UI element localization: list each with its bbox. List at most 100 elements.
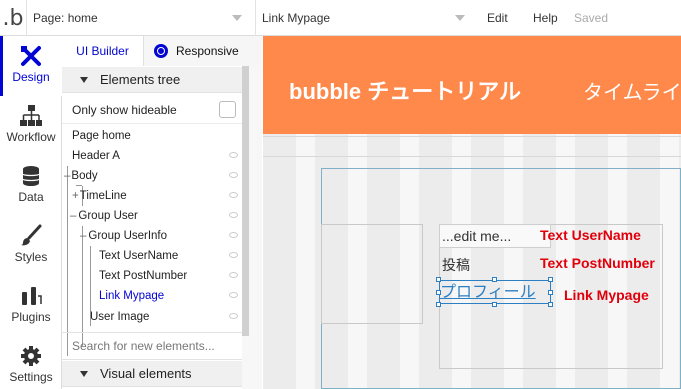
eye-icon[interactable] [229,172,238,178]
triangle-down-icon [80,76,88,83]
only-hideable-label: Only show hideable [72,102,177,117]
page-header[interactable]: bubble チュートリアル タイムライ [263,36,681,134]
annotation-text-postnumber: Text PostNumber [540,255,655,271]
tree-item-text-username[interactable]: Text UserName [62,246,242,266]
panel-tabs: UI Builder Responsive [62,36,262,66]
expand-icon[interactable]: + [72,190,79,202]
left-rail: Design Workflow Data Styles Plugins Sett… [0,36,62,389]
data-icon [22,166,40,186]
eye-icon[interactable] [229,192,238,198]
resize-handle[interactable] [436,302,441,307]
eye-icon[interactable] [229,152,238,158]
resize-handle[interactable] [436,277,441,282]
visual-elements-header[interactable]: Visual elements [62,361,242,387]
rail-data-label: Data [18,190,44,204]
annotation-link-mypage: Link Mypage [564,287,649,303]
tree-item-label: Group UserInfo [88,230,168,242]
resize-handle[interactable] [548,290,553,295]
text-postnumber[interactable]: 投稿 [442,255,470,275]
rail-styles[interactable]: Styles [0,216,62,276]
responsive-icon [154,44,168,58]
edit-menu[interactable]: Edit [487,0,508,36]
tree-item-label: Text PostNumber [99,270,188,282]
tree-item-text-postnumber[interactable]: Text PostNumber [62,266,242,286]
collapse-icon[interactable]: – [70,210,76,222]
gear-icon [21,346,41,366]
search-placeholder: Search for new elements... [72,339,215,353]
rail-design-label: Design [12,70,50,84]
tree-item-label: User Image [90,311,150,323]
resize-handle[interactable] [492,302,497,307]
saved-status: Saved [574,11,609,25]
tab-ui-builder[interactable]: UI Builder [62,36,144,66]
tree-item-header-a[interactable]: Header A [62,146,242,166]
design-canvas[interactable]: bubble チュートリアル タイムライ ...edit me... 投稿 プロ… [263,36,681,389]
rail-styles-label: Styles [14,250,48,264]
elements-panel: UI Builder Responsive Elements tree Only… [62,36,262,389]
tree-item-label: Link Mypage [99,290,165,302]
grid-line [263,136,681,137]
link-mypage[interactable]: プロフィール [440,278,536,302]
rail-plugins[interactable]: Plugins [0,276,62,336]
tree-item-label: TimeLine [79,190,127,202]
rail-workflow-label: Workflow [6,130,56,144]
eye-icon[interactable] [229,272,238,278]
help-menu[interactable]: Help [533,0,558,36]
tab-responsive[interactable]: Responsive [144,36,262,66]
rail-design[interactable]: Design [0,36,62,96]
rail-settings[interactable]: Settings [0,336,62,389]
element-search-input[interactable]: Search for new elements... [62,332,242,360]
header-title: bubble チュートリアル [289,79,521,104]
bubble-editor: .b Page: home Link Mypage Edit Help Save… [0,0,681,389]
resize-handle[interactable] [548,302,553,307]
elements-tree-header[interactable]: Elements tree [62,67,242,93]
tree-item-label: Group User [78,210,138,222]
eye-icon[interactable] [229,212,238,218]
annotation-text-username: Text UserName [540,227,641,243]
design-icon [21,46,41,66]
only-hideable-row: Only show hideable [62,96,242,124]
bubble-logo[interactable]: .b [0,0,26,36]
rail-settings-label: Settings [9,370,53,384]
tree-item-page-home[interactable]: Page home [62,126,242,146]
eye-icon[interactable] [229,292,238,298]
tree-item-body[interactable]: – Body [62,166,242,186]
workflow-icon [20,105,42,126]
triangle-down-icon [80,370,88,377]
grid-line [263,156,681,157]
page-select[interactable]: Page: home [26,0,252,36]
rail-plugins-label: Plugins [11,310,51,324]
tree-item-group-userinfo[interactable]: – Group UserInfo [62,226,242,246]
element-select[interactable]: Link Mypage [255,0,475,36]
element-select-label: Link Mypage [262,11,331,25]
tree-item-label: Page home [72,130,131,142]
header-tab: タイムライ [583,82,681,104]
text-username[interactable]: ...edit me... [442,228,511,244]
resize-handle[interactable] [548,277,553,282]
rail-data[interactable]: Data [0,156,62,216]
only-hideable-checkbox[interactable] [219,101,236,118]
eye-icon[interactable] [229,313,238,319]
tree-item-label: Body [71,170,98,182]
tree-item-timeline[interactable]: + TimeLine [62,186,242,206]
top-bar: .b Page: home Link Mypage Edit Help Save… [0,0,681,36]
tree-item-label: Header A [72,150,120,162]
resize-handle[interactable] [492,277,497,282]
collapse-icon[interactable]: – [64,170,70,182]
brush-icon [21,224,42,246]
collapse-icon[interactable]: – [80,230,86,242]
eye-icon[interactable] [229,232,238,238]
rail-workflow[interactable]: Workflow [0,96,62,156]
tree-item-label: Text UserName [99,250,179,262]
panel-scrollbar[interactable] [242,66,249,336]
resize-handle[interactable] [436,290,441,295]
elements-tree-label: Elements tree [100,72,181,87]
eye-icon[interactable] [229,252,238,258]
tree-item-link-mypage[interactable]: Link Mypage [62,286,242,306]
page-select-label: Page: home [33,11,98,25]
chevron-down-icon [232,15,242,21]
tree-item-user-image[interactable]: User Image [62,307,242,327]
chevron-down-icon [455,15,465,21]
tree-item-group-user[interactable]: – Group User [62,206,242,226]
user-image[interactable] [321,224,423,324]
